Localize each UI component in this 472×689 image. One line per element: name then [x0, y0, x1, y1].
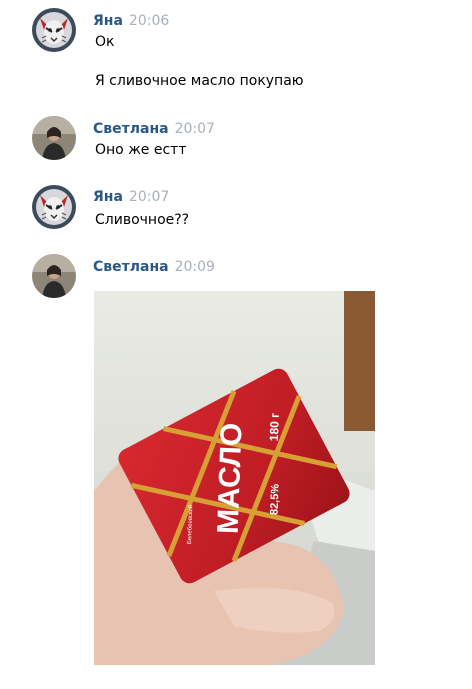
message-time[interactable]: 20:06	[129, 13, 169, 29]
avatar[interactable]	[32, 8, 76, 52]
author-name[interactable]: Яна	[93, 13, 123, 29]
photo-attachment[interactable]: МАСЛО 180 г 82,5% Белебеевский	[94, 291, 375, 665]
person-avatar-icon	[32, 254, 76, 298]
package-fat: 82,5%	[268, 483, 281, 515]
message-header: Светлана 20:07	[93, 121, 215, 137]
tiger-avatar-icon	[32, 8, 76, 52]
message-header: Яна 20:06	[93, 13, 169, 29]
message-time[interactable]: 20:07	[175, 121, 215, 137]
message-text: Оно же естт	[95, 142, 187, 158]
butter-package-photo: МАСЛО 180 г 82,5% Белебеевский	[94, 291, 375, 665]
avatar[interactable]	[32, 116, 76, 160]
tiger-avatar-icon	[32, 185, 76, 229]
author-name[interactable]: Светлана	[93, 259, 169, 275]
person-avatar-icon	[32, 116, 76, 160]
message-header: Яна 20:07	[93, 189, 169, 205]
message-time[interactable]: 20:09	[175, 259, 215, 275]
message-text: Сливочное??	[95, 212, 190, 228]
avatar[interactable]	[32, 254, 76, 298]
message-header: Светлана 20:09	[93, 259, 215, 275]
package-weight: 180 г	[267, 413, 282, 442]
author-name[interactable]: Светлана	[93, 121, 169, 137]
package-logo: Белебеевский	[186, 505, 194, 545]
message-text: Я сливочное масло покупаю	[95, 73, 304, 89]
avatar[interactable]	[32, 185, 76, 229]
author-name[interactable]: Яна	[93, 189, 123, 205]
message-time[interactable]: 20:07	[129, 189, 169, 205]
package-brand: МАСЛО	[212, 422, 249, 534]
message-text: Ок	[95, 34, 115, 50]
